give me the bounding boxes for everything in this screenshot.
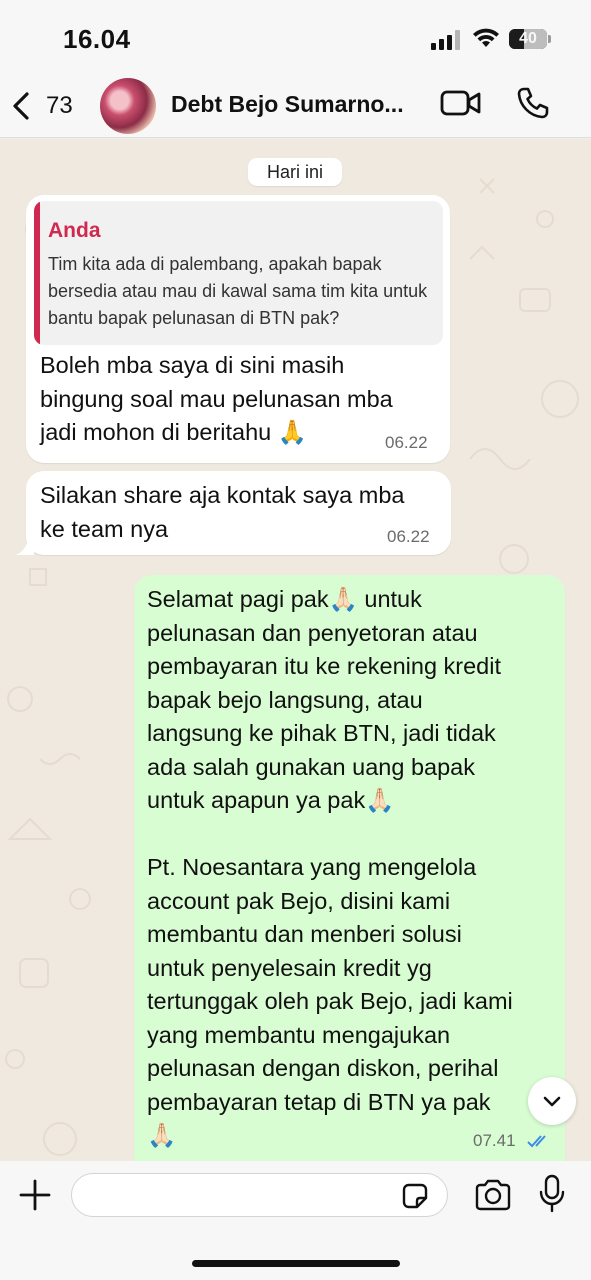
unread-count: 73 [46, 92, 73, 119]
message-time: 06.22 [387, 527, 430, 546]
wifi-icon [473, 28, 499, 47]
battery-tip [548, 35, 551, 43]
message-text: Silakan share aja kontak saya mba ke tea… [40, 482, 405, 542]
quote-text: Tim kita ada di palembang, apakah bapak … [48, 254, 428, 328]
message-time: 06.22 [385, 433, 428, 452]
chevron-down-icon [543, 1096, 561, 1107]
phone-icon[interactable] [516, 86, 550, 120]
quoted-message[interactable]: Anda Tim kita ada di palembang, apakah b… [34, 201, 443, 345]
contact-avatar[interactable] [100, 78, 156, 134]
quote-accent-bar [34, 201, 40, 345]
camera-icon[interactable] [474, 1178, 512, 1212]
status-bar: 16.04 40 [0, 0, 591, 76]
chat-area[interactable]: Hari ini Anda Tim kita ada di palembang,… [0, 139, 591, 1161]
message-input-bar [0, 1161, 591, 1280]
status-time: 16.04 [63, 24, 131, 54]
incoming-message-bubble[interactable]: Silakan share aja kontak saya mba ke tea… [26, 471, 451, 555]
outgoing-message-bubble[interactable]: Selamat pagi pak🙏🏻 untuk pelunasan dan p… [134, 575, 565, 1161]
read-receipt-icon [527, 1135, 546, 1148]
sticker-icon[interactable] [400, 1181, 430, 1211]
battery-percentage: 40 [519, 30, 537, 47]
message-time: 07.41 [473, 1131, 516, 1150]
message-text: Boleh mba saya di sini masih bingung soa… [40, 352, 393, 445]
chevron-left-icon [13, 92, 29, 120]
message-input[interactable] [71, 1173, 448, 1217]
microphone-icon[interactable] [538, 1174, 566, 1214]
contact-name[interactable]: Debt Bejo Sumarno... [171, 91, 421, 118]
date-chip: Hari ini [248, 158, 342, 186]
chat-header: 73 Debt Bejo Sumarno... [0, 76, 591, 138]
incoming-bubble-tail [16, 535, 34, 555]
scroll-to-bottom-button[interactable] [528, 1077, 576, 1125]
video-camera-icon[interactable] [440, 88, 482, 118]
battery-indicator: 40 [509, 29, 547, 49]
home-indicator [192, 1260, 400, 1267]
plus-icon[interactable] [18, 1178, 52, 1212]
quote-author: Anda [48, 219, 101, 242]
back-button[interactable]: 73 [10, 84, 82, 128]
incoming-message-bubble[interactable]: Anda Tim kita ada di palembang, apakah b… [26, 195, 450, 463]
message-text: Selamat pagi pak🙏🏻 untuk pelunasan dan p… [147, 586, 513, 1148]
cellular-signal-icon [431, 30, 460, 50]
